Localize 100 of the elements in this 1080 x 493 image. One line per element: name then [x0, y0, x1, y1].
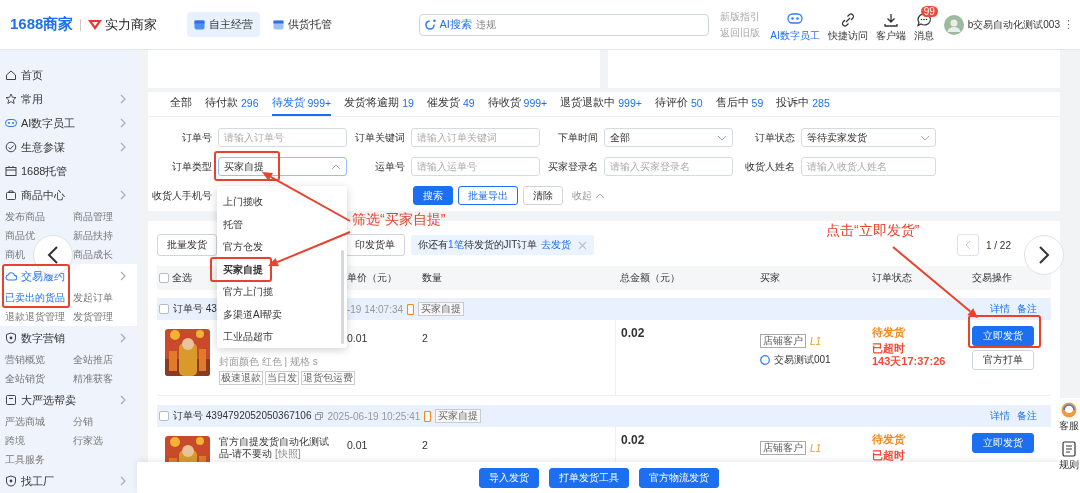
order-tab[interactable]: 售后中 59 [715, 92, 764, 116]
form-button[interactable]: 批量导出 [458, 186, 518, 205]
input-field[interactable]: 请输入买家登录名 [604, 157, 733, 176]
order-tab[interactable]: 退货退款中 999+ [560, 92, 642, 116]
customer-service-button[interactable]: 客服 [1059, 402, 1079, 433]
sidebar-link[interactable]: 严选商城 [5, 412, 45, 431]
sidebar-link[interactable]: 全站推店 [73, 350, 113, 369]
dropdown-option[interactable]: 官方上门揽 [217, 283, 273, 301]
sidebar-link[interactable]: 发起订单 [73, 288, 113, 307]
toolbar-button[interactable]: 批量发货 [157, 234, 217, 256]
dropdown-option[interactable]: 托管 [217, 215, 243, 234]
ai-assistant-button[interactable]: AI数字员工 [766, 6, 824, 43]
more-button[interactable]: ⋮ [1063, 18, 1074, 31]
search-input[interactable]: 违规 [475, 19, 646, 30]
shortcut-button[interactable]: 快捷访问 [823, 6, 872, 43]
select-field[interactable]: 等待卖家发货 [801, 128, 936, 147]
sidebar-link[interactable]: 跨境 [5, 431, 25, 450]
sidebar-item[interactable]: 找工厂 [21, 473, 54, 489]
sidebar-link[interactable]: 商机 [5, 245, 25, 264]
order-tab[interactable]: 待收货 999+ [487, 92, 548, 116]
order-tab[interactable]: 投诉中 285 [776, 92, 830, 116]
order-type-tag: 买家自提 [418, 302, 465, 316]
service-tag: 当日发 [265, 371, 299, 385]
sidebar-item[interactable]: 商品中心 [21, 187, 65, 203]
unit-price: 0.01 [347, 332, 368, 344]
ship-action-button[interactable]: 官方物流发货 [638, 467, 719, 488]
sidebar-link[interactable]: 发货管理 [73, 307, 113, 326]
dropdown-option[interactable]: 官方仓发 [217, 238, 263, 256]
sidebar-link[interactable]: 商品管理 [73, 207, 113, 226]
dropdown-option[interactable]: 买家自提 [217, 260, 263, 279]
close-icon[interactable] [578, 240, 588, 250]
go-ship-link[interactable]: 去发货 [541, 238, 572, 252]
sidebar-link[interactable]: 商品成长 [73, 245, 113, 264]
search-field[interactable]: AI搜索 违规 [419, 13, 710, 36]
dropdown-option[interactable]: 多渠道AI帮卖 [217, 305, 283, 324]
sidebar-item[interactable]: 大严选帮卖 [21, 392, 76, 408]
sidebar-link[interactable]: 行家选 [73, 431, 103, 450]
input-field[interactable]: 请输入订单关键词 [411, 128, 540, 147]
sidebar-item[interactable]: 首页 [21, 67, 43, 83]
ship-action-button[interactable]: 导入发货 [478, 467, 539, 488]
previous-page-button[interactable] [956, 234, 979, 256]
order-tab[interactable]: 待评价 50 [654, 92, 703, 116]
user-name[interactable]: b交易自动化测试003 [967, 17, 1060, 32]
sidebar-item[interactable]: 交易履约 [21, 268, 65, 284]
sidebar-link[interactable]: 工具服务 [5, 450, 45, 469]
input-field[interactable]: 请输入收货人姓名 [801, 157, 936, 176]
order-tab[interactable]: 待付款 296 [205, 92, 259, 116]
scrollbar[interactable] [341, 250, 344, 344]
input-field[interactable]: 请输入运单号 [411, 157, 540, 176]
workspace-tab[interactable]: 自主经营 [187, 12, 261, 37]
dropdown-option[interactable]: 上门揽收 [217, 193, 263, 211]
order-action-link[interactable]: 详情 [990, 303, 1010, 315]
form-button[interactable]: 搜索 [413, 186, 453, 205]
order-action-link[interactable]: 详情 [990, 410, 1010, 422]
sidebar-link[interactable]: 分销 [73, 412, 93, 431]
print-label-button[interactable]: 官方打单 [972, 350, 1034, 370]
order-action-link[interactable]: 备注 [1017, 303, 1037, 315]
sidebar-link[interactable]: 营销概览 [5, 350, 45, 369]
checkbox[interactable] [159, 304, 169, 314]
sidebar-link[interactable]: 全站销货 [5, 369, 45, 388]
sidebar-item[interactable]: 数字营销 [21, 330, 65, 346]
field-label: 收货人手机号 [151, 188, 212, 203]
field-label: 订单关键词 [354, 130, 405, 145]
order-tab[interactable]: 催发货 49 [426, 92, 475, 116]
order-tab[interactable]: 发货将逾期 19 [344, 92, 414, 116]
client-download-button[interactable]: 客户端 [871, 6, 910, 43]
checkbox[interactable] [159, 411, 169, 421]
sidebar-item[interactable]: AI数字员工 [21, 115, 76, 131]
buyer-name[interactable]: 交易测试001 [774, 353, 831, 367]
sidebar-item[interactable]: 1688托管 [21, 163, 68, 179]
sidebar-link[interactable]: 商品优 [5, 226, 35, 245]
order-tab[interactable]: 全部 [170, 92, 192, 116]
product-spec: 封面颜色 红色 | 规格 s [219, 356, 319, 368]
order-tab[interactable]: 待发货 999+ [271, 92, 332, 116]
form-button[interactable]: 清除 [523, 186, 563, 205]
product-title[interactable]: 官方自提发货自动化测试品-请不要动 [快照] [219, 436, 331, 460]
dropdown-option[interactable]: 工业品超市 [217, 328, 273, 346]
sidebar-link[interactable]: 新品扶持 [73, 226, 113, 245]
messages-button[interactable]: 消息 99 [909, 6, 938, 43]
rules-button[interactable]: 规则 [1059, 441, 1079, 472]
home-icon [5, 69, 17, 81]
sidebar-item[interactable]: 常用 [21, 91, 43, 107]
order-action-link[interactable]: 备注 [1017, 410, 1037, 422]
sidebar-link[interactable]: 退款退货管理 [5, 307, 65, 326]
input-field[interactable]: 请输入订单号 [218, 128, 347, 147]
toolbar-button[interactable]: 印发货单 [345, 234, 405, 256]
sidebar-item[interactable]: 生意参谋 [21, 139, 65, 155]
sidebar-link[interactable]: 精准获客 [73, 369, 113, 388]
workspace-tab[interactable]: 供货托管 [266, 12, 340, 37]
sidebar-link[interactable]: 发布商品 [5, 207, 45, 226]
column-header: 买家 [760, 271, 780, 285]
chevron-icon [964, 240, 971, 250]
ai-search-button[interactable]: AI搜索 [425, 17, 476, 32]
ship-now-button[interactable]: 立即发货 [972, 326, 1034, 346]
checkbox[interactable] [159, 273, 169, 283]
ship-action-button[interactable]: 打单发货工具 [548, 467, 629, 488]
ship-now-button[interactable]: 立即发货 [972, 433, 1034, 453]
select-field[interactable]: 全部 [604, 128, 733, 147]
window-icon [273, 19, 285, 30]
sidebar-link[interactable]: 已卖出的货品 [5, 288, 65, 307]
